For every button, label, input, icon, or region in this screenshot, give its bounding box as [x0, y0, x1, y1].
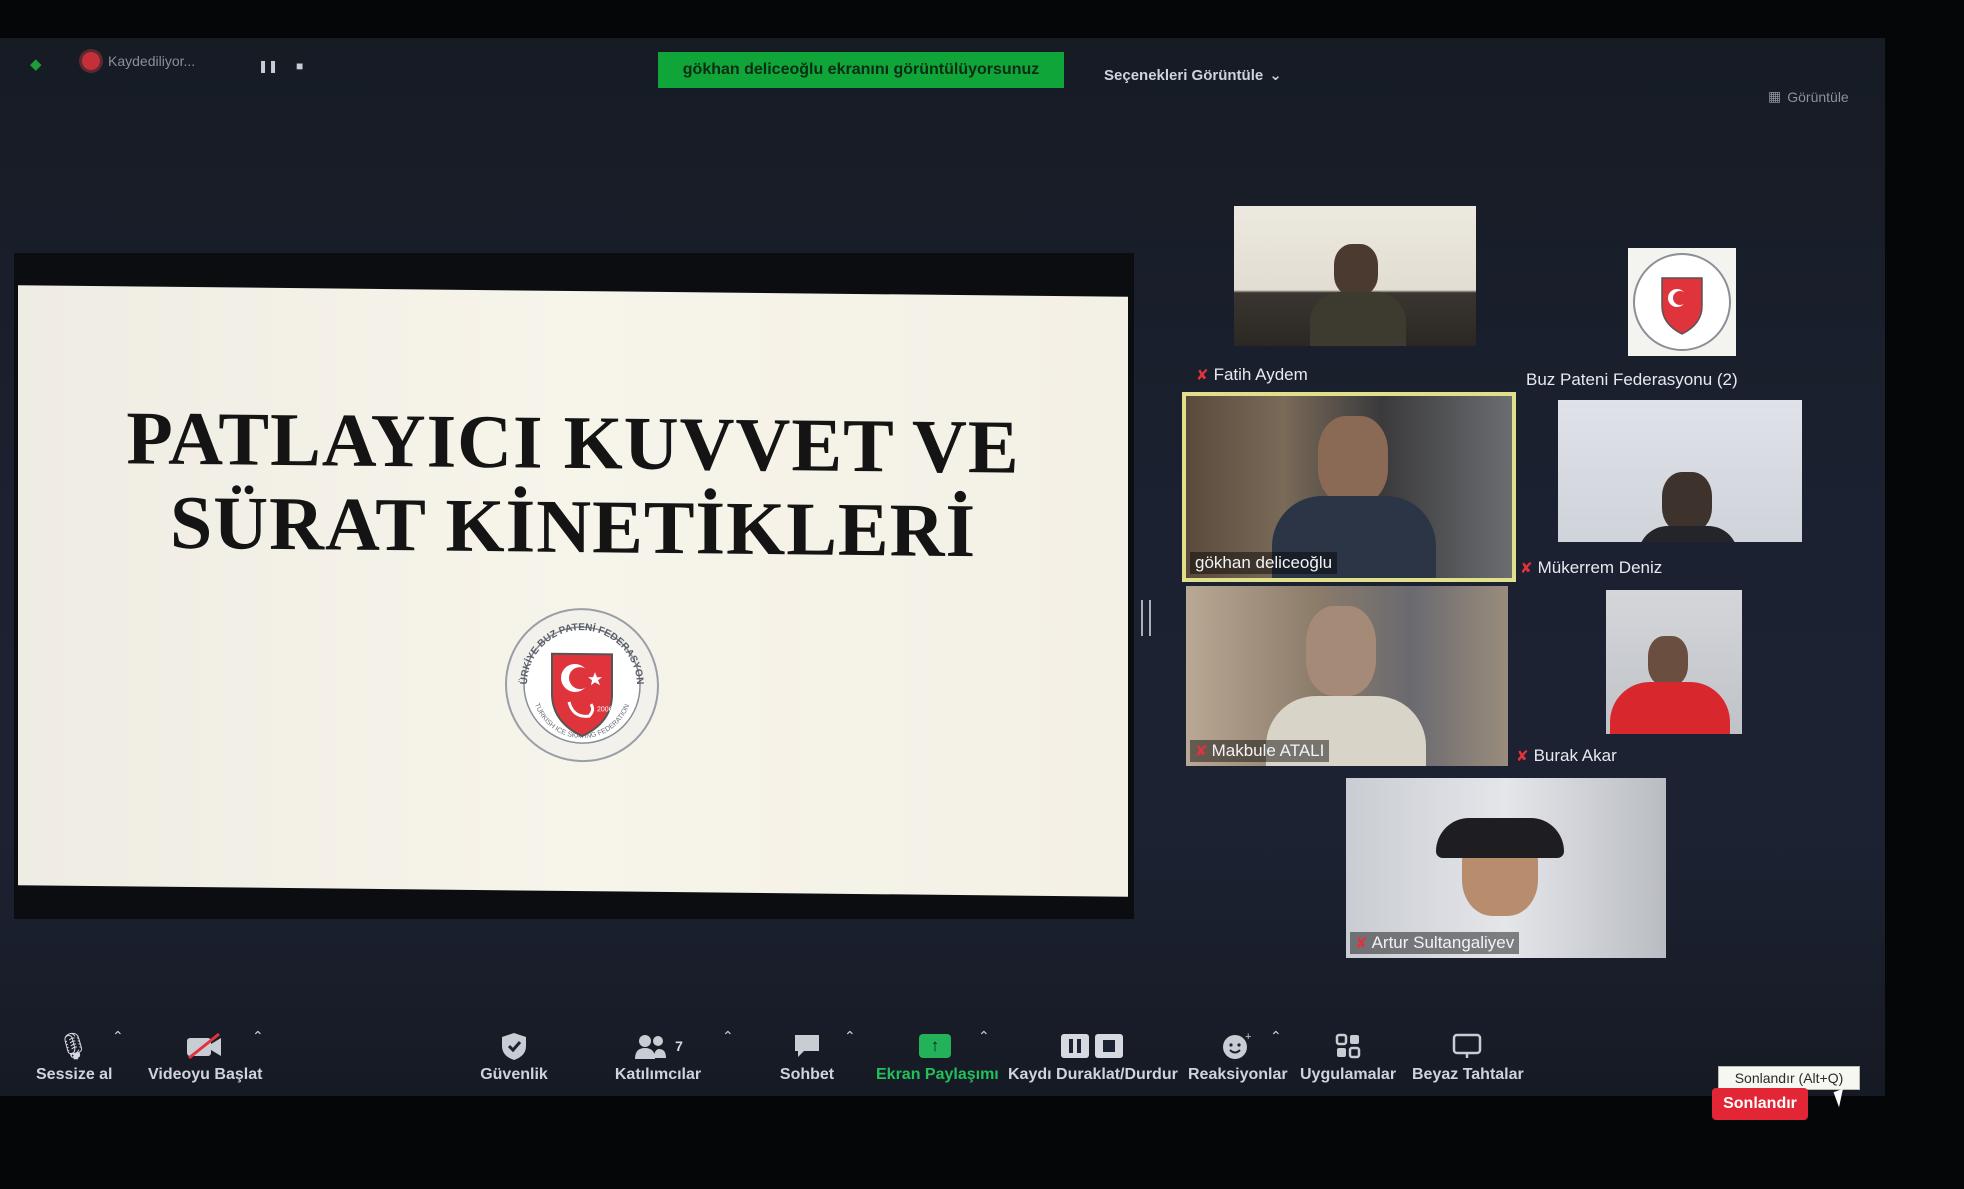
apps-label: Uygulamalar	[1300, 1066, 1397, 1083]
participants-icon: 7	[610, 1028, 706, 1064]
recording-label: Kaydediliyor...	[108, 53, 196, 69]
participant-name: Artur Sultangaliyev	[1371, 933, 1515, 952]
audio-options-caret[interactable]: ⌃	[112, 1028, 124, 1045]
view-options-label: Seçenekleri Görüntüle	[1104, 66, 1264, 84]
tile-name-gokhan: gökhan deliceoğlu	[1190, 552, 1338, 574]
participant-face	[1306, 606, 1376, 696]
participants-label: Katılımcılar	[614, 1066, 702, 1083]
slide-title-line-2: SÜRAT KİNETİKLERİ	[169, 480, 977, 574]
shield-icon	[474, 1028, 554, 1064]
federation-avatar-logo	[1633, 253, 1731, 351]
tile-name-mukerrem: ✘ Mükerrem Deniz	[1520, 558, 1662, 578]
chat-bubble-icon	[772, 1028, 842, 1064]
start-video-button[interactable]: Videoyu Başlat	[148, 1028, 263, 1084]
record-label: Kaydı Duraklat/Durdur	[1008, 1066, 1178, 1083]
share-label: Ekran Paylaşımı	[876, 1066, 999, 1083]
encryption-shield-icon[interactable]: ◆	[30, 55, 46, 73]
chevron-down-icon: ⌄	[1269, 67, 1282, 84]
video-tile-burak[interactable]	[1606, 590, 1742, 734]
mute-button[interactable]: 🎙 Sessize al	[36, 1028, 113, 1084]
participant-body	[1610, 682, 1730, 734]
tile-name-burak: ✘ Burak Akar	[1516, 746, 1617, 766]
tile-name-fatih: ✘ Fatih Aydem	[1196, 365, 1308, 385]
mute-label: Sessize al	[36, 1066, 113, 1083]
share-options-caret[interactable]: ⌃	[978, 1028, 990, 1045]
microphone-icon: 🎙	[56, 1030, 90, 1061]
tile-name-federation: Buz Pateni Federasyonu (2)	[1526, 370, 1738, 390]
view-options-dropdown[interactable]: Seçenekleri Görüntüle ⌄	[1104, 66, 1282, 85]
presentation-slide: PATLAYICI KUVVET VE SÜRAT KİNETİKLERİ TÜ…	[18, 285, 1128, 897]
chat-options-caret[interactable]: ⌃	[844, 1028, 856, 1045]
end-tooltip: Sonlandır (Alt+Q)	[1718, 1066, 1860, 1090]
whiteboard-icon	[1412, 1028, 1522, 1064]
tile-name-artur: ✘ Artur Sultangaliyev	[1350, 932, 1520, 954]
recording-controls-button[interactable]: Kaydı Duraklat/Durdur	[1008, 1028, 1178, 1084]
video-tile-makbule[interactable]: ✘ Makbule ATALI	[1186, 586, 1508, 766]
participant-face	[1662, 472, 1712, 532]
participant-name: Makbule ATALI	[1211, 741, 1325, 760]
pause-recording-icon[interactable]: ❚❚	[258, 60, 278, 72]
participants-count: 7	[675, 1038, 683, 1054]
mic-muted-icon: ✘	[1516, 748, 1529, 765]
grid-view-icon: ▦	[1768, 88, 1782, 104]
recording-status: Kaydediliyor...	[82, 52, 195, 70]
apps-icon	[1300, 1028, 1396, 1064]
mic-muted-icon: ✘	[1520, 560, 1533, 577]
pause-stop-icon	[1008, 1028, 1176, 1064]
video-tile-fatih[interactable]	[1234, 206, 1476, 346]
participants-button[interactable]: 7 Katılımcılar	[610, 1028, 706, 1084]
stop-recording-icon[interactable]: ■	[296, 60, 308, 72]
end-meeting-button[interactable]: Sonlandır	[1712, 1088, 1808, 1120]
slide-title-line-1: PATLAYICI KUVVET VE	[126, 396, 1020, 490]
participant-hair	[1436, 818, 1564, 858]
whiteboard-label: Beyaz Tahtalar	[1412, 1066, 1524, 1083]
mic-muted-icon: ✘	[1195, 743, 1208, 760]
zoom-window: ◆ Kaydediliyor... ❚❚ ■ gökhan deliceoğlu…	[0, 38, 1885, 1120]
share-screen-button[interactable]: ↑ Ekran Paylaşımı	[876, 1028, 999, 1084]
participants-options-caret[interactable]: ⌃	[722, 1028, 734, 1045]
view-button[interactable]: ▦ Görüntüle	[1768, 88, 1849, 105]
video-label: Videoyu Başlat	[148, 1066, 263, 1083]
video-options-caret[interactable]: ⌃	[252, 1028, 264, 1045]
federation-logo: TÜRKİYE BUZ PATENİ FEDERASYONU TURKISH I…	[499, 597, 661, 765]
apps-button[interactable]: Uygulamalar	[1300, 1028, 1396, 1084]
reactions-options-caret[interactable]: ⌃	[1270, 1028, 1282, 1045]
video-tile-gokhan[interactable]: gökhan deliceoğlu	[1182, 392, 1516, 582]
video-tile-federation[interactable]	[1628, 248, 1736, 356]
participant-face	[1318, 416, 1388, 504]
meeting-top-bar: ◆ Kaydediliyor... ❚❚ ■ gökhan deliceoğlu…	[0, 38, 1885, 118]
screen-share-banner: gökhan deliceoğlu ekranını görüntülüyors…	[658, 52, 1064, 88]
participant-name: Burak Akar	[1533, 746, 1617, 765]
participant-name: Fatih Aydem	[1213, 365, 1308, 384]
mic-muted-icon: ✘	[1355, 935, 1368, 952]
participant-face	[1648, 636, 1688, 686]
participant-name: Mükerrem Deniz	[1537, 558, 1663, 577]
share-arrow-icon: ↑	[919, 1034, 951, 1058]
whiteboard-button[interactable]: Beyaz Tahtalar	[1412, 1028, 1524, 1084]
shared-screen: PATLAYICI KUVVET VE SÜRAT KİNETİKLERİ TÜ…	[14, 253, 1134, 919]
meeting-toolbar: 🎙 Sessize al ⌃ Videoyu Başlat ⌃ Güvenlik…	[0, 1028, 1885, 1124]
view-button-label: Görüntüle	[1787, 88, 1849, 105]
video-off-icon	[148, 1028, 260, 1064]
reactions-label: Reaksiyonlar	[1188, 1066, 1288, 1083]
participant-face	[1334, 244, 1378, 296]
video-tile-artur[interactable]: ✘ Artur Sultangaliyev	[1346, 778, 1666, 958]
participant-name: gökhan deliceoğlu	[1195, 553, 1333, 572]
video-tile-mukerrem[interactable]	[1558, 400, 1802, 542]
svg-text:+: +	[1245, 1031, 1251, 1043]
recording-icon	[82, 52, 100, 70]
security-label: Güvenlik	[480, 1066, 548, 1083]
security-button[interactable]: Güvenlik	[474, 1028, 554, 1084]
participant-name: Buz Pateni Federasyonu (2)	[1526, 370, 1738, 389]
tile-name-makbule: ✘ Makbule ATALI	[1190, 740, 1330, 762]
logo-year: 2006	[597, 706, 613, 713]
panel-resize-handle[interactable]	[1141, 600, 1151, 636]
chat-button[interactable]: Sohbet	[772, 1028, 842, 1084]
participant-body	[1310, 292, 1406, 346]
mic-muted-icon: ✘	[1196, 367, 1209, 384]
slide-title: PATLAYICI KUVVET VE SÜRAT KİNETİKLERİ	[18, 395, 1128, 575]
chat-label: Sohbet	[779, 1066, 835, 1083]
